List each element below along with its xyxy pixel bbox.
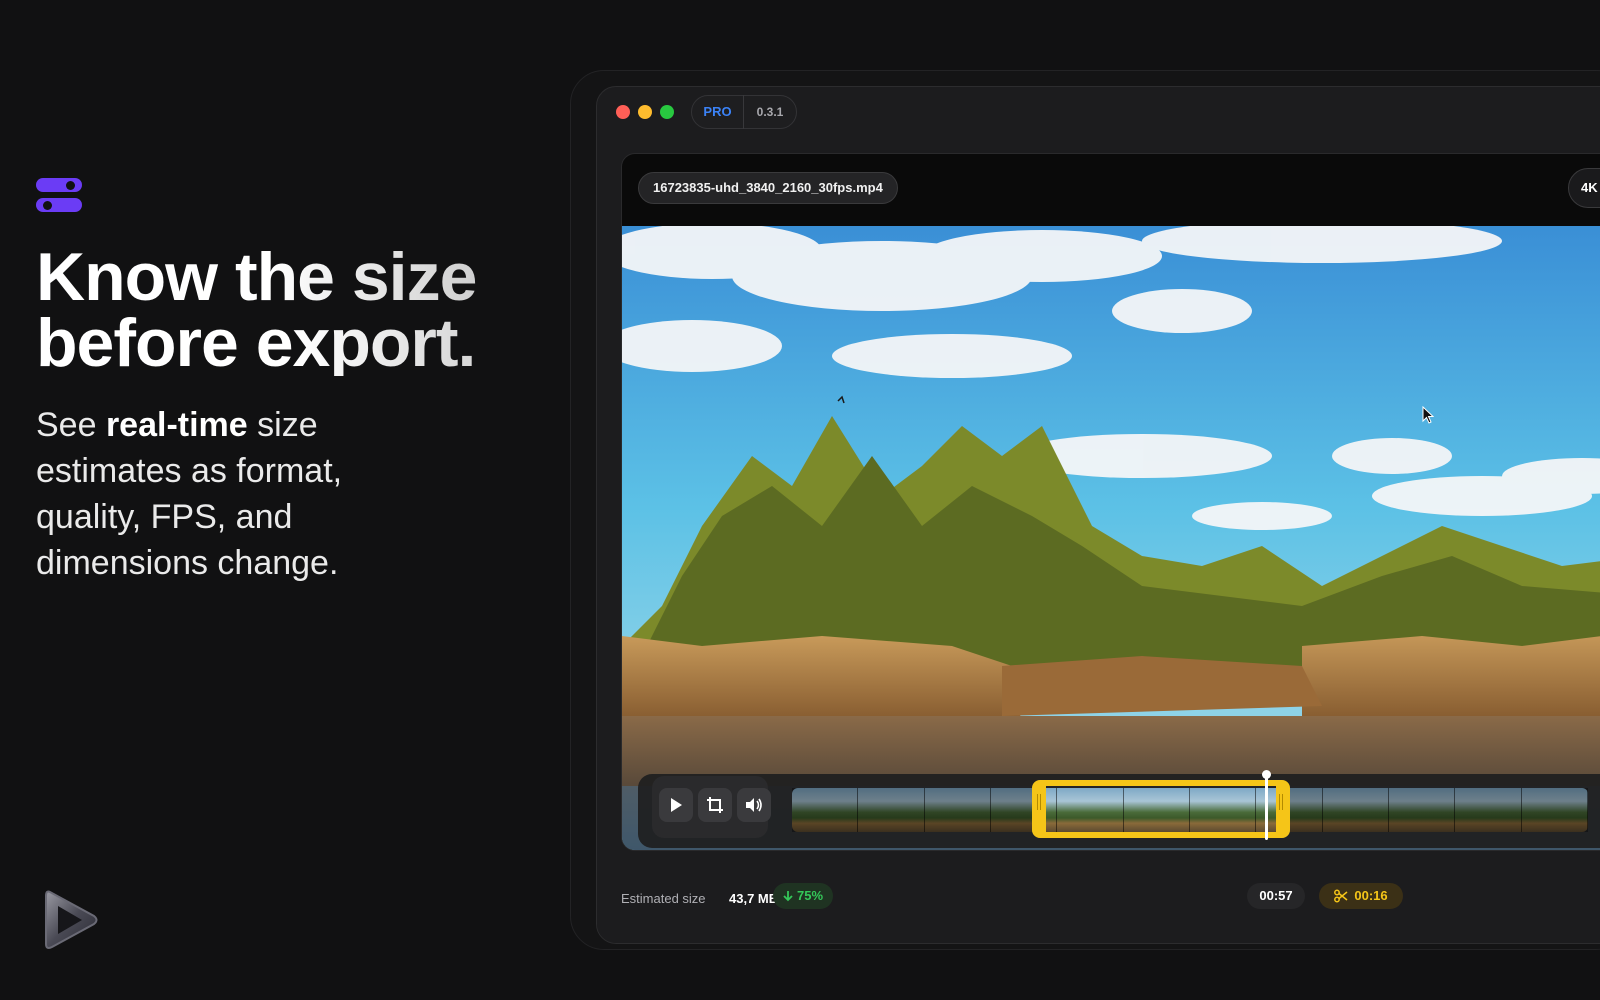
estimated-size-label: Estimated size [621,891,706,906]
play-logo-icon [42,886,100,954]
subtext: See real-time size estimates as format, … [36,402,456,586]
scissors-icon [1334,889,1348,903]
savings-value: 75% [797,888,824,903]
headline-line-2: before export. [36,309,556,377]
video-frame[interactable] [622,226,1600,850]
pro-tier-label: PRO [692,95,744,129]
subtext-intro: See [36,406,106,444]
video-player: 16723835-uhd_3840_2160_30fps.mp4 4K [621,153,1600,851]
play-icon[interactable] [659,788,693,822]
zoom-window-button[interactable] [660,105,674,119]
version-label: 0.3.1 [756,105,784,119]
filename-label: 16723835-uhd_3840_2160_30fps.mp4 [638,172,898,204]
app-window: PRO 0.3.1 16723835-uhd_3840_2160_30fps.m… [596,86,1600,944]
subtext-emphasis: real-time [105,406,248,444]
playhead-knob[interactable] [1262,770,1271,779]
crop-icon[interactable] [698,788,732,822]
estimated-size-value: 43,7 MB [729,891,779,906]
mouse-cursor-icon [1422,405,1435,424]
filmstrip-dim-right [1290,788,1588,832]
filmstrip-dim-left [792,788,1032,832]
arrow-down-icon [783,891,793,902]
headline-line-1: Know the size [36,243,556,311]
trim-selection[interactable] [1032,780,1290,838]
trim-duration-badge[interactable]: 00:16 [1319,883,1403,909]
trim-duration-value: 00:16 [1354,888,1388,903]
total-duration: 00:57 [1247,883,1305,909]
size-savings-badge: 75% [773,883,834,909]
timeline-bar [638,770,1600,848]
headline: Know the size before export. [36,243,556,377]
status-footer: Estimated size 43,7 MB 75% 00:57 00:16 [597,863,1600,943]
trim-handle-right[interactable] [1279,794,1283,810]
playhead[interactable] [1265,774,1268,840]
trim-handle-left[interactable] [1037,794,1041,810]
close-window-button[interactable] [616,105,630,119]
toggle-stack-icon [36,178,82,214]
minimize-window-button[interactable] [638,105,652,119]
resolution-badge[interactable]: 4K [1568,168,1600,208]
volume-icon[interactable] [737,788,771,822]
version-badge: PRO 0.3.1 [691,95,797,129]
